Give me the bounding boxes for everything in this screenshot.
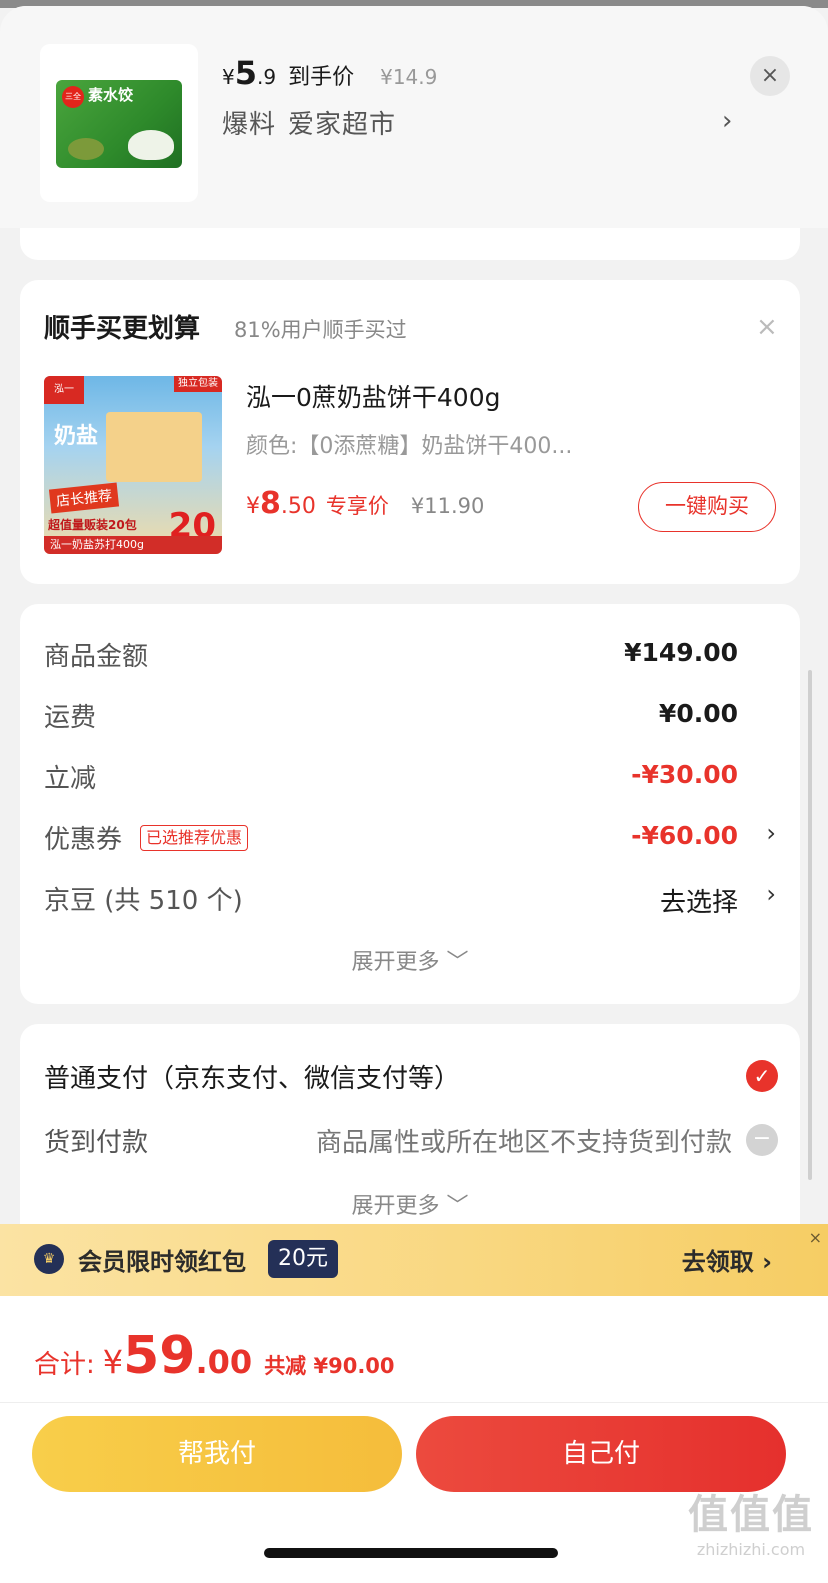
pay-myself-button[interactable]: 自己付 (416, 1416, 786, 1492)
close-icon[interactable]: × (750, 56, 790, 96)
summary-value: ¥0.00 (658, 699, 738, 728)
img-brand: 泓一 (44, 376, 84, 404)
summary-label: 立减 (44, 764, 97, 794)
order-total: 合计: ¥ 59 .00 共减 ¥90.00 (34, 1326, 395, 1386)
summary-value: 去选择 (659, 888, 738, 918)
banner-text: 会员限时领红包 (78, 1248, 246, 1276)
original-price: ¥14.9 (380, 65, 438, 89)
summary-value: -¥30.00 (631, 760, 738, 789)
chevron-right-icon[interactable]: › (766, 880, 776, 908)
checkout-bar: 合计: ¥ 59 .00 共减 ¥90.00 帮我付 自己付 值值值 zhizh… (0, 1296, 828, 1583)
buy-together-subtitle: 81%用户顺手买过 (234, 318, 407, 342)
claim-button[interactable]: 去领取 › (682, 1242, 772, 1277)
summary-value: -¥60.00 (631, 821, 738, 850)
addon-product-price: ¥ 8 .50 专享价 ¥11.90 (246, 486, 484, 521)
close-icon[interactable]: × (756, 312, 778, 342)
price-tag: 到手价 (288, 65, 355, 90)
checkout-sheet: 三全 素水饺 ¥ 5 .9 到手价 ¥14.9 爆料 爱家超市 › × 顺手买更划… (0, 6, 828, 1583)
buy-together-card: 顺手买更划算 81%用户顺手买过 × 泓一 独立包装 奶盐 店长推荐 超值量贩装… (20, 280, 800, 584)
close-icon[interactable]: × (809, 1228, 822, 1247)
img-flavor: 奶盐 (54, 424, 99, 449)
cod-unavailable-note: 商品属性或所在地区不支持货到付款 (315, 1128, 732, 1158)
disabled-icon: − (746, 1124, 778, 1156)
price-currency: ¥ (246, 494, 260, 519)
chevron-right-icon[interactable]: › (722, 106, 732, 136)
img-packaging: 独立包装 (174, 376, 222, 392)
source-tag: 爆料 (222, 110, 277, 140)
dumpling-image (128, 130, 174, 160)
cracker-product-image[interactable]: 泓一 独立包装 奶盐 店长推荐 超值量贩装20包 20 泓一奶盐苏打400g (44, 376, 222, 554)
help-me-pay-button[interactable]: 帮我付 (32, 1416, 402, 1492)
brand-logo: 三全 (62, 86, 84, 108)
order-summary-card: 商品金额 ¥149.00 运费 ¥0.00 立减 -¥30.00 优惠券 已选推… (20, 604, 800, 1004)
summary-label: 京豆 (共 510 个) (44, 886, 243, 916)
total-decimal: .00 (195, 1343, 253, 1381)
chevron-right-icon[interactable]: › (766, 819, 776, 847)
summary-row-shipping: 运费 ¥0.00 (44, 693, 776, 733)
price-decimal: .9 (257, 65, 277, 89)
scrollbar[interactable] (808, 670, 812, 1180)
price-decimal: .50 (280, 494, 316, 519)
banner-amount: 20元 (268, 1240, 338, 1278)
crown-icon: ♛ (34, 1244, 64, 1274)
vegetable-image (68, 138, 104, 160)
check-icon[interactable]: ✓ (746, 1060, 778, 1092)
payment-option-cod: 货到付款 (44, 1128, 149, 1158)
price-tag: 专享价 (325, 494, 389, 518)
expand-more-button[interactable]: 展开更多 ﹀ (20, 1188, 800, 1220)
total-label: 合计: (34, 1350, 95, 1380)
one-click-buy-button[interactable]: 一键购买 (638, 482, 776, 532)
summary-row-jingdou[interactable]: 京豆 (共 510 个) 去选择 › (44, 876, 776, 918)
product-source[interactable]: 爆料 爱家超市 (222, 104, 396, 141)
summary-label: 商品金额 (44, 642, 149, 672)
price-integer: 8 (260, 486, 281, 521)
coupon-badge: 已选推荐优惠 (140, 825, 249, 851)
summary-label: 优惠券 (44, 825, 123, 855)
summary-row-coupon[interactable]: 优惠券 已选推荐优惠 -¥60.00 › (44, 815, 776, 855)
summary-row-discount: 立减 -¥30.00 (44, 754, 776, 794)
watermark-logo: 值值值 (688, 1492, 814, 1538)
price-currency: ¥ (222, 65, 235, 89)
divider (0, 1402, 828, 1403)
final-price: ¥ 5 .9 到手价 ¥14.9 (222, 54, 437, 94)
product-header: 三全 素水饺 ¥ 5 .9 到手价 ¥14.9 爆料 爱家超市 › × (0, 6, 828, 228)
store-name: 爱家超市 (288, 110, 397, 140)
img-footer: 泓一奶盐苏打400g (44, 536, 222, 554)
total-currency: ¥ (102, 1343, 124, 1381)
summary-row-goods: 商品金额 ¥149.00 (44, 632, 776, 672)
img-value-pack: 超值量贩装20包 (48, 518, 137, 532)
buy-together-title: 顺手买更划算 (44, 314, 201, 344)
package-title: 素水饺 (88, 86, 134, 104)
watermark-url: zhizhizhi.com (696, 1540, 806, 1559)
summary-label: 运费 (44, 703, 97, 733)
dumpling-package-image: 三全 素水饺 (56, 80, 182, 168)
addon-product-name[interactable]: 泓一0蔗奶盐饼干400g (246, 378, 501, 414)
addon-product-variant[interactable]: 颜色:【0添蔗糖】奶盐饼干400... (246, 428, 572, 460)
total-saved: 共减 ¥90.00 (264, 1354, 395, 1378)
expand-more-button[interactable]: 展开更多 ﹀ (20, 944, 800, 976)
cracker-picture (106, 412, 202, 482)
summary-value: ¥149.00 (624, 638, 738, 667)
img-recommend: 店长推荐 (48, 482, 120, 514)
watermark: 值值值 zhizhizhi.com (688, 1482, 814, 1559)
payment-option-normal[interactable]: 普通支付（京东支付、微信支付等） (44, 1058, 460, 1095)
home-indicator[interactable] (264, 1548, 558, 1558)
total-integer: 59 (123, 1326, 196, 1386)
member-red-packet-banner[interactable]: ♛ 会员限时领红包 20元 去领取 › × (0, 1224, 828, 1296)
original-price: ¥11.90 (410, 494, 485, 518)
product-thumbnail[interactable]: 三全 素水饺 (40, 44, 198, 202)
price-integer: 5 (234, 54, 257, 92)
